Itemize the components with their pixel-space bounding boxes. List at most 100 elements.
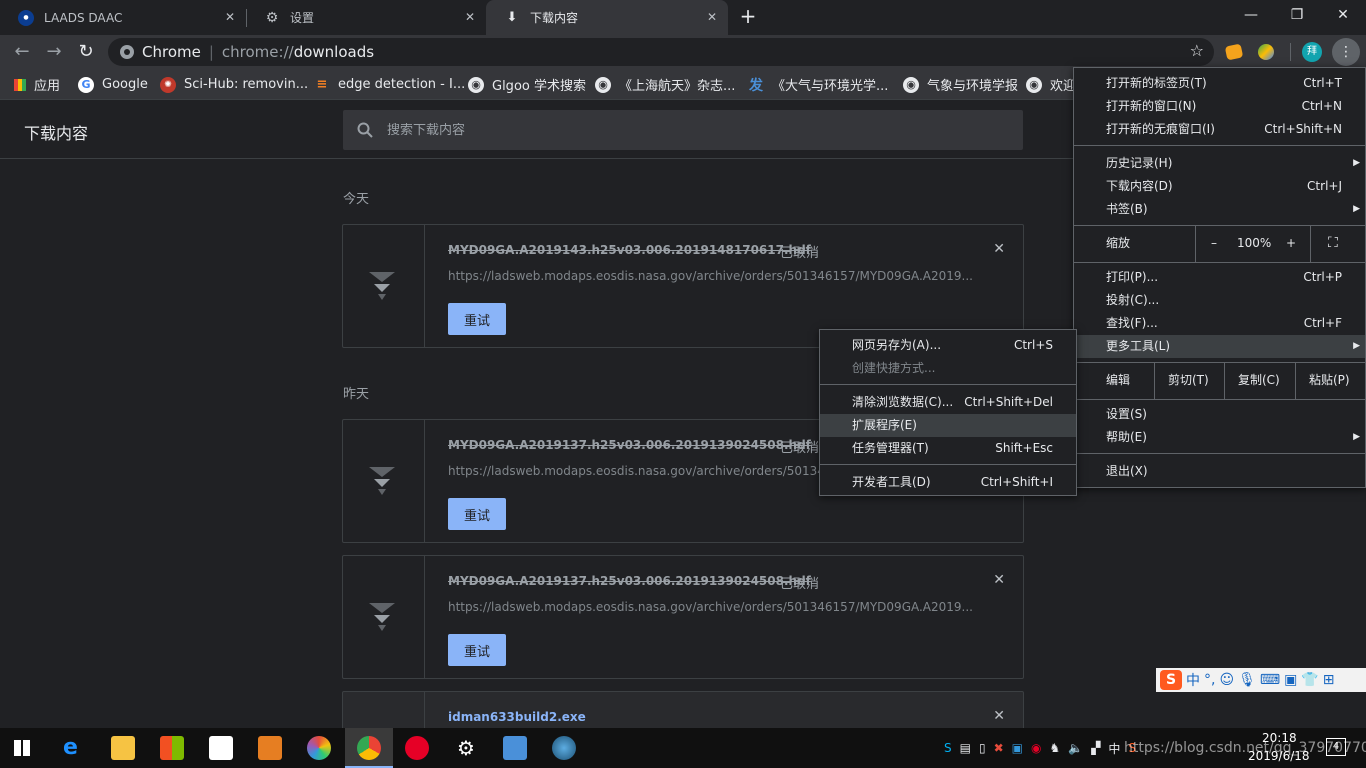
ime-tray-label[interactable]: 中 [1108,740,1120,757]
bookmark-item[interactable]: ◉ 气象与环境学报 [903,69,1018,100]
remove-close-icon[interactable]: ✕ [993,241,1005,257]
menu-item-task-manager[interactable]: 任务管理器(T) Shift+Esc [820,437,1076,460]
tray-icon[interactable]: ▤ [960,741,971,755]
menu-item-incognito[interactable]: 打开新的无痕窗口(I) Ctrl+Shift+N [1074,118,1365,141]
usb-icon[interactable]: ▯ [979,741,986,755]
retry-button[interactable]: 重试 [448,303,506,335]
menu-item-exit[interactable]: 退出(X) [1074,460,1365,483]
bookmark-star-icon[interactable]: ☆ [1190,41,1204,60]
microphone-icon[interactable]: 🎙 [1238,672,1256,688]
skype-icon[interactable]: S [944,741,952,755]
paste-button[interactable]: 粘贴(P) [1309,369,1350,392]
remove-close-icon[interactable]: ✕ [993,708,1005,724]
bookmark-item[interactable]: ✺ Sci-Hub: removin... [160,69,308,100]
volume-icon[interactable]: 🔈 [1068,741,1083,755]
menu-item-find[interactable]: 查找(F)... Ctrl+F [1074,312,1365,335]
retry-button[interactable]: 重试 [448,634,506,666]
menu-item-clear-data[interactable]: 清除浏览数据(C)... Ctrl+Shift+Del [820,391,1076,414]
maximize-button[interactable]: ❐ [1274,0,1320,30]
minimize-button[interactable]: — [1228,0,1274,30]
download-url[interactable]: https://ladsweb.modaps.eosdis.nasa.gov/a… [448,600,973,614]
menu-item-new-window[interactable]: 打开新的窗口(N) Ctrl+N [1074,95,1365,118]
close-icon[interactable]: ✕ [222,9,238,25]
edge-icon[interactable]: e [63,736,87,760]
qq-icon[interactable]: ♞ [1049,741,1060,755]
cut-button[interactable]: 剪切(T) [1168,369,1209,392]
menu-item-save-page[interactable]: 网页另存为(A)... Ctrl+S [820,334,1076,357]
toolbox-icon[interactable]: ⊞ [1323,672,1335,688]
keyboard-icon[interactable]: ⌨ [1260,672,1280,688]
bookmark-item[interactable]: ◉ Glgoo 学术搜索 [468,69,586,100]
new-tab-button[interactable]: + [736,4,760,28]
zoom-out-button[interactable]: – [1211,232,1217,255]
store-icon[interactable] [160,736,184,760]
reload-button[interactable]: ↻ [74,40,98,64]
menu-item-downloads[interactable]: 下载内容(D) Ctrl+J [1074,175,1365,198]
menu-item-help[interactable]: 帮助(E) ▶ [1074,426,1365,449]
netease-music-icon[interactable] [405,736,429,760]
clock-time[interactable]: 20:18 [1262,731,1297,745]
app-icon[interactable] [503,736,527,760]
forward-button[interactable]: → [42,40,66,64]
file-explorer-icon[interactable] [111,736,135,760]
earth-icon[interactable] [552,736,576,760]
netease-tray-icon[interactable]: ◉ [1031,741,1041,755]
fullscreen-icon[interactable]: ⛶ [1328,232,1338,255]
shield-icon[interactable]: ✖ [994,741,1004,755]
menu-item-history[interactable]: 历史记录(H) ▶ [1074,152,1365,175]
bookmark-item[interactable]: ≡ edge detection - I... [314,69,466,100]
menu-item-cast[interactable]: 投射(C)... [1074,289,1365,312]
bookmark-item[interactable]: 发 《大气与环境光学... [748,69,888,100]
taskbar-active-chrome[interactable] [345,728,393,768]
menu-item-settings[interactable]: 设置(S) [1074,403,1365,426]
close-icon[interactable]: ✕ [462,9,478,25]
tray-icon[interactable]: ▣ [1012,741,1023,755]
punctuation-icon[interactable]: °, [1204,672,1215,688]
back-button[interactable]: ← [10,40,34,64]
search-input[interactable] [387,122,987,138]
skin-icon[interactable]: ▣ [1284,672,1297,688]
download-url[interactable]: https://ladsweb.modaps.eosdis.nasa.gov/a… [448,269,973,283]
avatar[interactable]: 拜 [1302,42,1322,62]
menu-item-dev-tools[interactable]: 开发者工具(D) Ctrl+Shift+I [820,471,1076,494]
bookmark-item[interactable]: G Google [78,69,148,100]
copy-button[interactable]: 复制(C) [1238,369,1280,392]
search-box[interactable] [343,110,1023,150]
bookmark-item[interactable]: ◉ 《上海航天》杂志... [595,69,735,100]
menu-item-bookmarks[interactable]: 书签(B) ▶ [1074,198,1365,221]
close-icon[interactable]: ✕ [704,9,720,25]
file-name[interactable]: MYD09GA.A2019137.h25v03.006.201913902450… [448,438,811,452]
clock-date[interactable]: 2019/6/18 [1248,749,1310,763]
bookmark-item[interactable]: ◉ 欢迎 [1026,69,1076,100]
menu-item-more-tools[interactable]: 更多工具(L) ▶ [1074,335,1365,358]
retry-button[interactable]: 重试 [448,498,506,530]
tab-downloads[interactable]: ⬇ 下载内容 ✕ [486,0,728,35]
mail-icon[interactable] [209,736,233,760]
notification-icon[interactable]: 4 [1326,738,1346,756]
photos-icon[interactable] [307,736,331,760]
omnibox[interactable]: Chrome | chrome:// downloads ☆ [108,38,1214,66]
emoji-icon[interactable]: ☺ [1219,672,1234,688]
tab-settings[interactable]: ⚙ 设置 ✕ [246,0,486,35]
extension-icon[interactable] [1258,44,1274,60]
shirt-icon[interactable]: 👕 [1301,672,1318,688]
file-name[interactable]: MYD09GA.A2019137.h25v03.006.201913902450… [448,574,811,588]
file-name[interactable]: MYD09GA.A2019143.h25v03.006.201914817061… [448,243,811,257]
menu-item-create-shortcut[interactable]: 创建快捷方式... [820,357,1076,380]
download-url[interactable]: https://ladsweb.modaps.eosdis.nasa.gov/a… [448,464,825,478]
menu-kebab-icon[interactable]: ⋮ [1332,38,1360,66]
remove-close-icon[interactable]: ✕ [993,572,1005,588]
windows-start-icon[interactable] [14,740,30,756]
bookmark-item[interactable]: 应用 [14,69,60,100]
extension-icon[interactable] [1224,43,1244,61]
menu-item-print[interactable]: 打印(P)... Ctrl+P [1074,266,1365,289]
close-window-button[interactable]: ✕ [1320,0,1366,30]
ime-mode[interactable]: 中 [1186,670,1200,690]
sogou-icon[interactable]: S [1160,670,1182,690]
zoom-in-button[interactable]: + [1286,232,1296,255]
file-name[interactable]: idman633build2.exe [448,710,586,724]
tab-laads-daac[interactable]: ● LAADS DAAC ✕ [0,0,246,35]
video-editor-icon[interactable] [258,736,282,760]
menu-item-new-tab[interactable]: 打开新的标签页(T) Ctrl+T [1074,72,1365,95]
network-icon[interactable]: ▞ [1091,741,1100,755]
